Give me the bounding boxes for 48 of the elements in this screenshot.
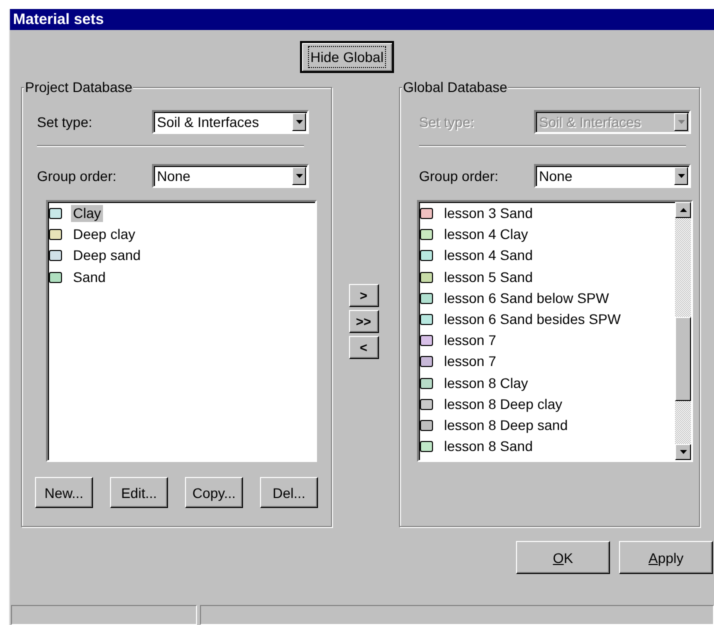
list-item[interactable]: lesson 5 Sand <box>442 268 535 286</box>
list-item[interactable]: lesson 8 Deep clay <box>442 396 564 413</box>
list-item[interactable]: lesson 4 Clay <box>442 226 530 244</box>
scroll-down-button[interactable] <box>675 444 691 460</box>
dropdown-button[interactable] <box>292 167 306 185</box>
field-label: Group order: <box>418 168 500 184</box>
scroll-up-button[interactable] <box>675 202 691 218</box>
group-title: Project Database <box>24 79 134 96</box>
field-label: Set type: <box>36 114 94 130</box>
scroll-thumb[interactable] <box>675 317 691 401</box>
transfer-button[interactable]: < <box>348 336 378 359</box>
list-item[interactable]: Sand <box>71 268 108 286</box>
window-title: Material sets <box>10 9 714 30</box>
dropdown[interactable]: None <box>534 164 691 188</box>
scrollbar[interactable] <box>675 202 691 460</box>
dropdown-arrow-icon <box>678 120 684 124</box>
list-item[interactable]: lesson 4 Sand <box>442 247 535 264</box>
dropdown-arrow-icon <box>296 120 302 124</box>
dropdown-button[interactable] <box>674 167 688 185</box>
dropdown-arrow-icon <box>678 174 684 178</box>
dropdown[interactable]: None <box>152 164 309 188</box>
list-item[interactable]: lesson 8 Sand <box>442 438 535 456</box>
action-button[interactable]: Copy... <box>185 477 243 508</box>
list-item[interactable]: Clay <box>71 205 104 222</box>
dropdown-arrow-icon <box>296 174 302 178</box>
dialog-button[interactable]: Apply <box>619 541 713 574</box>
field-label: Group order: <box>36 168 118 184</box>
list-item[interactable]: Deep clay <box>71 226 138 244</box>
list-item[interactable]: lesson 3 Sand <box>442 205 535 222</box>
hide-global-button[interactable]: Hide Global <box>300 41 394 73</box>
down-arrow-icon <box>680 450 686 454</box>
up-arrow-icon <box>680 208 686 212</box>
list-item[interactable]: lesson 8 Clay <box>442 374 530 392</box>
action-button[interactable]: New... <box>35 477 93 508</box>
field-label: Set type: <box>418 114 476 130</box>
list-item[interactable]: lesson 8 Deep sand <box>442 416 570 434</box>
dropdown[interactable]: Soil & Interfaces <box>152 110 309 134</box>
list-item[interactable]: Deep sand <box>71 247 143 264</box>
list-item[interactable]: lesson 7 <box>442 332 498 350</box>
list-item[interactable]: lesson 6 Sand below SPW <box>442 290 611 307</box>
list-item[interactable]: lesson 6 Sand besides SPW <box>442 311 623 328</box>
action-button[interactable]: Del... <box>260 477 318 508</box>
dropdown-button[interactable] <box>292 113 306 131</box>
transfer-button[interactable]: >> <box>348 310 378 333</box>
list-item[interactable]: lesson 7 <box>442 353 498 370</box>
action-button[interactable]: Edit... <box>110 477 168 508</box>
dialog-button[interactable]: OK <box>516 541 610 574</box>
transfer-button[interactable]: > <box>348 284 378 307</box>
